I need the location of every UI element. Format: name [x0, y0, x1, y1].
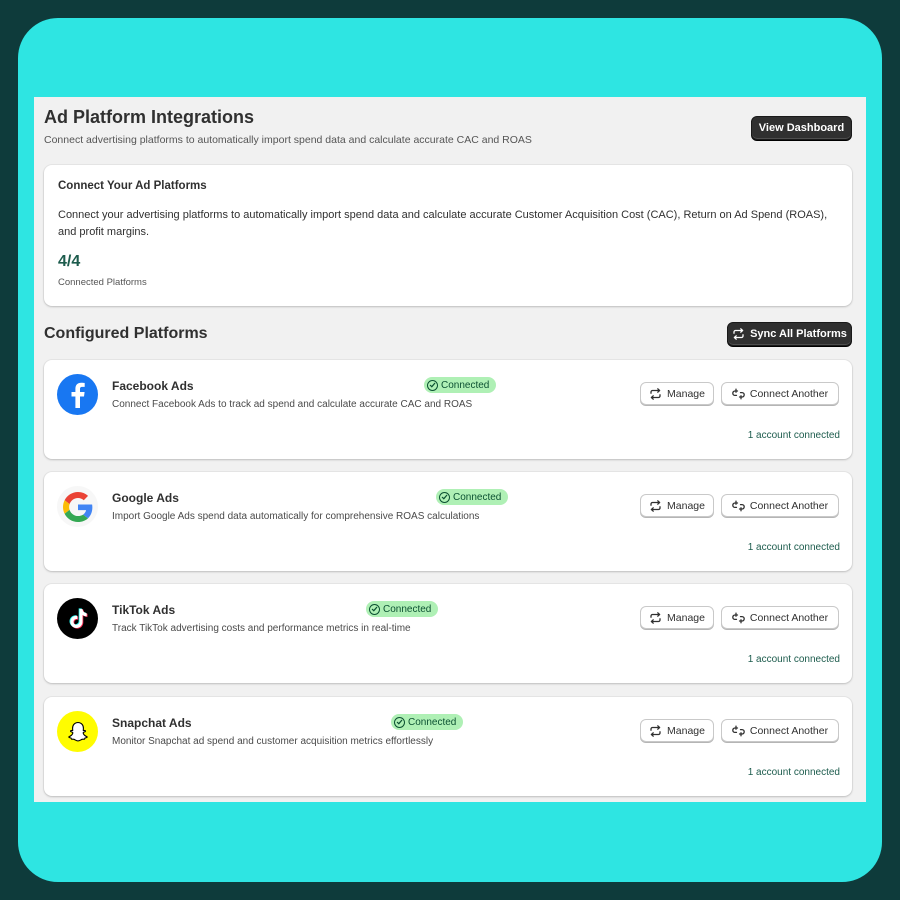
manage-label: Manage — [667, 499, 705, 512]
section-title: Configured Platforms — [44, 325, 208, 342]
status-label: Connected — [408, 716, 457, 728]
sync-all-label: Sync All Platforms — [750, 328, 847, 340]
accounts-connected-text: 1 account connected — [747, 654, 840, 665]
connect-another-label: Connect Another — [749, 387, 829, 400]
status-label: Connected — [453, 491, 502, 503]
status-badge: Connected — [436, 489, 509, 505]
refresh-icon — [649, 387, 662, 400]
status-label: Connected — [383, 603, 432, 615]
snapchat-icon — [57, 711, 98, 752]
platform-description: Import Google Ads spend data automatical… — [112, 511, 480, 522]
facebook-icon — [57, 374, 98, 415]
status-label: Connected — [441, 379, 490, 391]
refresh-icon — [649, 611, 662, 624]
manage-button[interactable]: Manage — [640, 719, 714, 742]
accounts-connected-text: 1 account connected — [747, 542, 840, 553]
status-badge: Connected — [424, 377, 497, 393]
check-circle-icon — [394, 716, 405, 728]
connect-another-label: Connect Another — [749, 499, 829, 512]
page-subtitle: Connect advertising platforms to automat… — [44, 134, 532, 146]
link-icon — [732, 725, 745, 737]
platform-name: Google Ads — [112, 491, 179, 505]
check-circle-icon — [439, 491, 450, 503]
manage-label: Manage — [667, 387, 705, 400]
platform-card-facebook: Facebook Ads Connect Facebook Ads to tra… — [44, 360, 852, 459]
platform-name: Snapchat Ads — [112, 716, 192, 730]
platform-card-tiktok: TikTok Ads Track TikTok advertising cost… — [44, 584, 852, 683]
check-circle-icon — [427, 379, 438, 391]
link-icon — [732, 500, 745, 512]
connect-another-button[interactable]: Connect Another — [721, 606, 839, 629]
platform-name: Facebook Ads — [112, 379, 194, 393]
manage-label: Manage — [667, 611, 705, 624]
accounts-connected-text: 1 account connected — [747, 767, 840, 778]
platform-name: TikTok Ads — [112, 603, 176, 617]
platform-card-google: Google Ads Import Google Ads spend data … — [44, 472, 852, 571]
accounts-connected-text: 1 account connected — [747, 430, 840, 441]
status-badge: Connected — [391, 714, 464, 730]
google-icon — [57, 486, 98, 527]
connect-another-button[interactable]: Connect Another — [721, 494, 839, 517]
app-screen: Ad Platform Integrations Connect adverti… — [34, 97, 866, 802]
view-dashboard-button[interactable]: View Dashboard — [751, 116, 852, 140]
connect-another-button[interactable]: Connect Another — [721, 719, 839, 742]
connected-count-label: Connected Platforms — [58, 277, 147, 288]
connected-count: 4/4 — [58, 253, 81, 270]
sync-all-button[interactable]: Sync All Platforms — [727, 322, 852, 346]
connect-another-label: Connect Another — [749, 611, 829, 624]
platform-card-snapchat: Snapchat Ads Monitor Snapchat ad spend a… — [44, 697, 852, 796]
refresh-icon — [649, 724, 662, 737]
summary-text: Connect your advertising platforms to au… — [58, 209, 828, 238]
connect-another-button[interactable]: Connect Another — [721, 382, 839, 405]
manage-button[interactable]: Manage — [640, 606, 714, 629]
link-icon — [732, 388, 745, 400]
status-badge: Connected — [366, 601, 439, 617]
page-title: Ad Platform Integrations — [44, 107, 255, 127]
manage-label: Manage — [667, 724, 705, 737]
check-circle-icon — [369, 603, 380, 615]
sync-icon — [732, 328, 745, 340]
tiktok-icon — [57, 598, 98, 639]
refresh-icon — [649, 499, 662, 512]
platform-description: Connect Facebook Ads to track ad spend a… — [112, 399, 473, 410]
page-header: Ad Platform Integrations Connect adverti… — [44, 107, 852, 147]
summary-title: Connect Your Ad Platforms — [58, 180, 207, 192]
link-icon — [732, 612, 745, 624]
connect-another-label: Connect Another — [749, 724, 829, 737]
manage-button[interactable]: Manage — [640, 382, 714, 405]
platform-description: Track TikTok advertising costs and perfo… — [112, 623, 411, 634]
manage-button[interactable]: Manage — [640, 494, 714, 517]
connect-summary-card: Connect Your Ad Platforms Connect your a… — [44, 165, 852, 306]
platform-description: Monitor Snapchat ad spend and customer a… — [112, 736, 434, 747]
